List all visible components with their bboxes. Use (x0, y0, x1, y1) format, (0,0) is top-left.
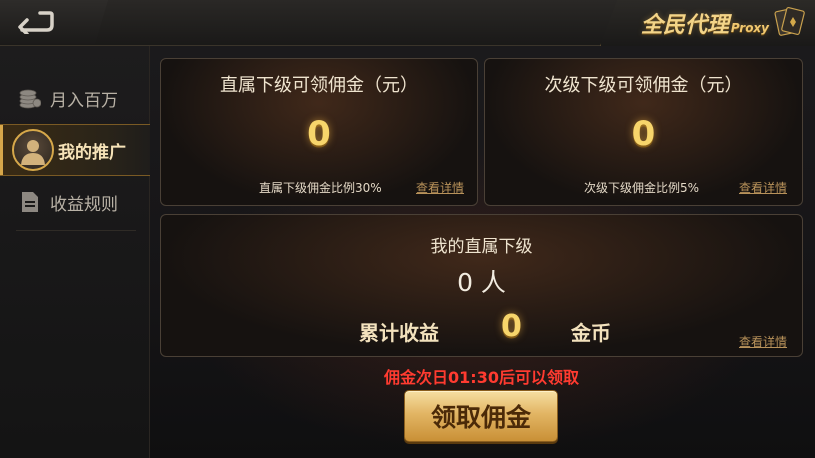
secondary-commission-amount: 0 (631, 114, 656, 154)
sidebar: 月入百万 我的推广 收益规则 (0, 46, 150, 458)
secondary-commission-title: 次级下级可领佣金（元） (544, 75, 743, 96)
subordinates-detail-link[interactable]: 查看详情 (739, 333, 787, 350)
page-title: 全民代理 Proxy (640, 13, 769, 38)
subordinates-panel: 我的直属下级 0 人 累计收益 0 金币 查看详情 (160, 214, 803, 357)
sidebar-item-label: 我的推广 (58, 142, 126, 163)
sidebar-item-my-promotion[interactable]: 我的推广 (0, 124, 150, 176)
page-title-suffix: Proxy (730, 21, 769, 35)
top-bar: 全民代理 Proxy (0, 0, 815, 46)
direct-commission-amount: 0 (307, 114, 331, 154)
back-arrow-icon (18, 11, 54, 34)
direct-commission-panel: 直属下级可领佣金（元） 0 直属下级佣金比例30% 查看详情 (160, 58, 478, 206)
cards-icon (774, 7, 805, 36)
sidebar-item-earning-rules[interactable]: 收益规则 (0, 176, 150, 228)
sidebar-item-label: 收益规则 (50, 194, 118, 215)
secondary-commission-panel: 次级下级可领佣金（元） 0 次级下级佣金比例5% 查看详情 (484, 58, 803, 206)
document-icon (18, 190, 42, 214)
sidebar-item-monthly-million[interactable]: 月入百万 (0, 72, 150, 124)
earnings-unit: 金币 (571, 321, 611, 345)
claim-notice: 佣金次日01:30后可以领取 (384, 368, 579, 387)
secondary-detail-link[interactable]: 查看详情 (739, 179, 787, 196)
coin-stack-icon (18, 86, 42, 110)
sidebar-divider (16, 230, 136, 231)
direct-commission-ratio: 直属下级佣金比例30% (259, 181, 382, 195)
direct-detail-link[interactable]: 查看详情 (416, 179, 464, 196)
sidebar-item-label: 月入百万 (50, 90, 118, 111)
secondary-commission-ratio: 次级下级佣金比例5% (584, 181, 700, 195)
subordinates-count: 0 人 (457, 268, 506, 297)
claim-commission-button[interactable]: 领取佣金 (404, 390, 558, 442)
earnings-value: 0 (501, 309, 522, 344)
subordinates-title: 我的直属下级 (430, 237, 533, 257)
avatar-icon (12, 129, 54, 171)
earnings-label: 累计收益 (359, 321, 439, 345)
direct-commission-title: 直属下级可领佣金（元） (220, 75, 418, 96)
title-banner: 全民代理 Proxy (600, 0, 815, 46)
back-button[interactable] (0, 0, 108, 44)
